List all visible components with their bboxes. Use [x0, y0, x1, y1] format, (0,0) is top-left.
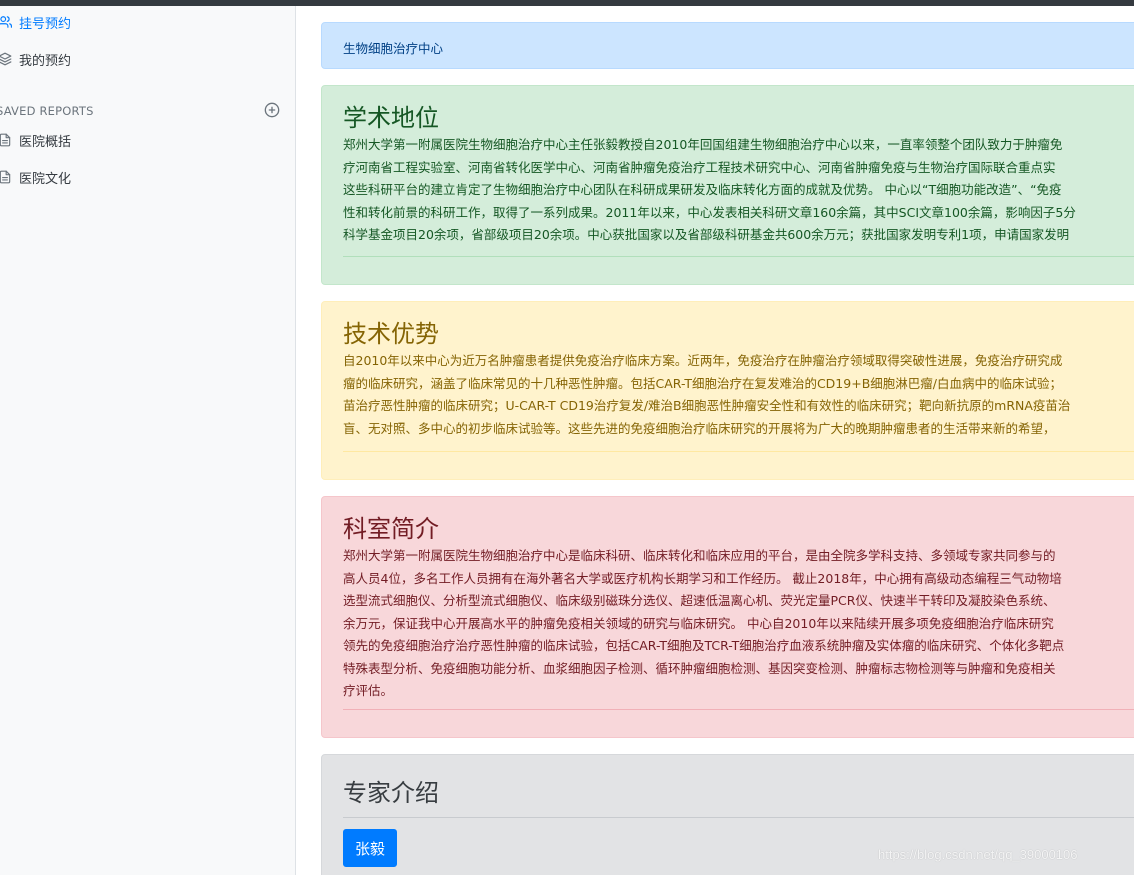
center-banner: 生物细胞治疗中心	[321, 22, 1134, 69]
sidebar-report-culture[interactable]: 医院文化	[0, 166, 71, 188]
section-line: 疗评估。	[343, 683, 394, 698]
section-line: 自2010年以来中心为近万名肿瘤患者提供免疫治疗临床方案。近两年，免疫治疗在肿瘤…	[343, 353, 1063, 368]
section-body: 自2010年以来中心为近万名肿瘤患者提供免疫治疗临床方案。近两年，免疫治疗在肿瘤…	[343, 350, 1134, 440]
file-text-icon	[0, 133, 12, 147]
section-body: 郑州大学第一附属医院生物细胞治疗中心是临床科研、临床转化和临床应用的平台，是由全…	[343, 545, 1134, 703]
plus-circle-icon[interactable]	[264, 102, 280, 118]
section-line: 性和转化前景的科研工作，取得了一系列成果。2011年以来，中心发表相关科研文章1…	[343, 204, 1076, 220]
sidebar-item-label: 挂号预约	[19, 16, 72, 32]
section-title: 科室简介	[343, 515, 439, 543]
section-line: 盲、无对照、多中心的初步临床试验等。这些先进的免疫细胞治疗临床研究的开展将为广大…	[343, 420, 1056, 436]
section-divider	[343, 256, 1134, 257]
academic-status-card: 学术地位 郑州大学第一附属医院生物细胞治疗中心主任张毅教授自2010年回国组建生…	[321, 85, 1134, 285]
section-line: 特殊表型分析、免疫细胞功能分析、血浆细胞因子检测、循环肿瘤细胞检测、基因突变检测…	[343, 660, 1056, 676]
sidebar: 挂号预约 我的预约 SAVED REPORTS 医院概括 医院文化	[0, 6, 296, 875]
section-divider	[343, 451, 1134, 452]
layers-icon	[0, 52, 12, 66]
sidebar-item-label: 医院文化	[19, 171, 72, 187]
section-line: 瘤的临床研究，涵盖了临床常见的十几种恶性肿瘤。包括CAR-T细胞治疗在复发难治的…	[343, 375, 1062, 391]
saved-reports-label: SAVED REPORTS	[0, 104, 94, 118]
section-line: 苗治疗恶性肿瘤的临床研究；U-CAR-T CD19治疗复发/难治B细胞恶性肿瘤安…	[343, 398, 1071, 413]
sidebar-item-label: 医院概括	[19, 134, 72, 150]
sidebar-item-label: 我的预约	[19, 53, 72, 69]
tech-advantage-card: 技术优势 自2010年以来中心为近万名肿瘤患者提供免疫治疗临床方案。近两年，免疫…	[321, 301, 1134, 480]
sidebar-item-my-appointments[interactable]: 我的预约	[0, 48, 71, 70]
file-text-icon	[0, 170, 12, 184]
sidebar-report-overview[interactable]: 医院概括	[0, 129, 71, 151]
section-title: 学术地位	[343, 104, 439, 132]
users-icon	[0, 15, 12, 29]
section-line: 这些科研平台的建立肯定了生物细胞治疗中心团队在科研成果研发及临床转化方面的成就及…	[343, 182, 1062, 197]
department-intro-card: 科室简介 郑州大学第一附属医院生物细胞治疗中心是临床科研、临床转化和临床应用的平…	[321, 496, 1134, 738]
section-line: 疗河南省工程实验室、河南省转化医学中心、河南省肿瘤免疫治疗工程技术研究中心、河南…	[343, 159, 1056, 175]
section-line: 高人员4位，多名工作人员拥有在海外著名大学或医疗机构长期学习和工作经历。 截止2…	[343, 570, 1062, 586]
watermark-text: https://blog.csdn.net/qq_39000106	[878, 847, 1078, 862]
section-title: 专家介绍	[343, 779, 439, 807]
banner-text: 生物细胞治疗中心	[343, 41, 444, 56]
expert-zhangyi-button[interactable]: 张毅	[343, 829, 398, 867]
section-line: 余万元，保证我中心开展高水平的肿瘤免疫相关领域的研究与临床研究。 中心自2010…	[343, 615, 1054, 631]
section-body: 郑州大学第一附属医院生物细胞治疗中心主任张毅教授自2010年回国组建生物细胞治疗…	[343, 134, 1134, 247]
section-line: 郑州大学第一附属医院生物细胞治疗中心主任张毅教授自2010年回国组建生物细胞治疗…	[343, 137, 1063, 152]
section-line: 领先的免疫细胞治疗治疗恶性肿瘤的临床试验，包括CAR-T细胞及TCR-T细胞治疗…	[343, 638, 1065, 653]
sidebar-item-register[interactable]: 挂号预约	[0, 11, 71, 33]
main-content: 生物细胞治疗中心 学术地位 郑州大学第一附属医院生物细胞治疗中心主任张毅教授自2…	[297, 6, 1134, 875]
section-line: 选型流式细胞仪、分析型流式细胞仪、临床级别磁珠分选仪、超速低温离心机、荧光定量P…	[343, 593, 1056, 608]
section-line: 科学基金项目20余项，省部级项目20余项。中心获批国家以及省部级科研基金共600…	[343, 227, 1070, 242]
section-title: 技术优势	[343, 320, 439, 348]
section-line: 郑州大学第一附属医院生物细胞治疗中心是临床科研、临床转化和临床应用的平台，是由全…	[343, 548, 1056, 563]
section-divider	[343, 709, 1134, 710]
section-divider	[343, 817, 1134, 818]
saved-reports-heading: SAVED REPORTS	[0, 102, 296, 120]
